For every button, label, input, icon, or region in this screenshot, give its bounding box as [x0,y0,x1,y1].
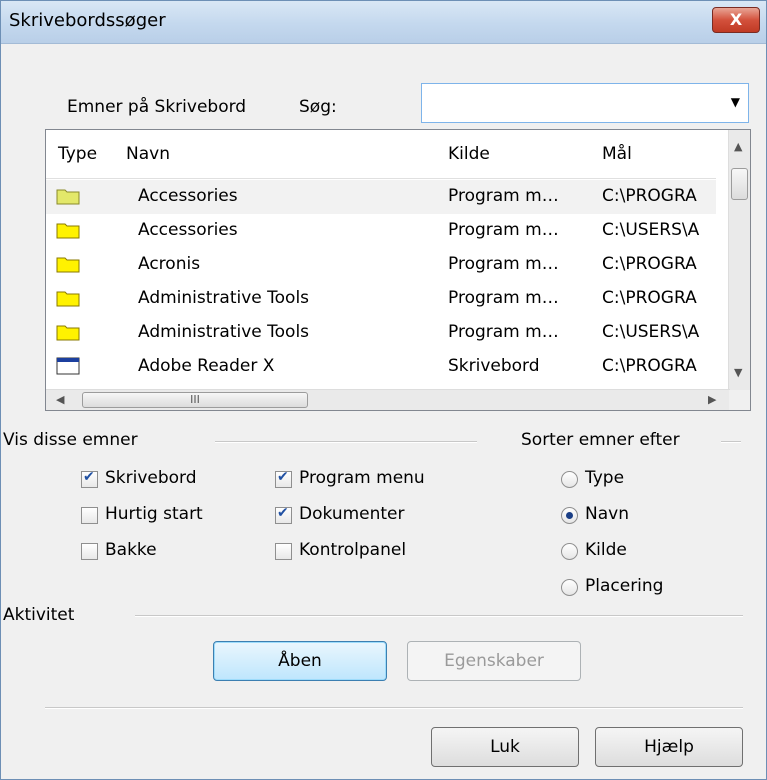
window-title: Skrivebordssøger [9,10,166,31]
folder-icon [56,257,80,273]
item-source: Program m… [448,254,559,274]
folder-icon [56,223,80,239]
item-name: Adobe Reader X [138,356,275,376]
footer-divider [45,707,743,709]
column-header-type[interactable]: Type [58,144,97,164]
scrollbar-corner [729,390,750,410]
vertical-scrollbar[interactable]: ▲ ▼ [728,130,750,392]
checkbox-label[interactable]: Skrivebord [105,468,197,488]
checkbox-label[interactable]: Program menu [299,468,425,488]
search-combobox[interactable]: ▼ [421,83,749,123]
group-divider [135,615,743,617]
folder-icon [56,325,80,341]
horizontal-scrollbar[interactable]: ◀ III ▶ [46,389,730,410]
checkbox-bakke[interactable] [81,543,98,560]
search-label: Søg: [299,97,337,117]
item-name: Accessories [138,186,238,206]
scroll-right-icon[interactable]: ▶ [708,393,716,406]
radio-label[interactable]: Type [585,468,624,488]
scroll-up-icon[interactable]: ▲ [734,140,742,153]
item-target: C:\PROGRA [602,254,697,274]
list-item[interactable]: Acronis Program m… C:\PROGRA [46,248,716,282]
column-header-target[interactable]: Mål [602,144,632,164]
folder-icon [56,189,80,205]
checkbox-label[interactable]: Dokumenter [299,504,405,524]
list-item[interactable]: Accessories Program m… C:\PROGRA [46,180,716,214]
item-target: C:\USERS\A [602,322,700,342]
item-target: C:\USERS\A [602,220,700,240]
close-button[interactable]: Luk [431,727,579,767]
title-bar[interactable]: Skrivebordssøger X [1,1,766,44]
radio-sort-type[interactable] [561,471,578,488]
show-items-group-label: Vis disse emner [3,430,138,450]
list-item[interactable]: Administrative Tools Program m… C:\PROGR… [46,282,716,316]
horizontal-scroll-thumb[interactable]: III [82,392,308,408]
group-divider [215,441,477,443]
group-divider [721,441,741,443]
item-source: Skrivebord [448,356,540,376]
item-target: C:\PROGRA [602,186,697,206]
dropdown-arrow-icon[interactable]: ▼ [731,95,740,109]
checkbox-label[interactable]: Bakke [105,540,157,560]
sort-group-label: Sorter emner efter [521,430,680,450]
open-button[interactable]: Åben [213,641,387,681]
radio-sort-kilde[interactable] [561,543,578,560]
checkbox-dokumenter[interactable] [275,505,292,524]
radio-label[interactable]: Kilde [585,540,627,560]
checkbox-label[interactable]: Hurtig start [105,504,203,524]
checkbox-label[interactable]: Kontrolpanel [299,540,406,560]
item-name: Accessories [138,220,238,240]
vertical-scroll-thumb[interactable] [731,168,748,200]
checkbox-hurtig-start[interactable] [81,507,98,524]
item-source: Program m… [448,186,559,206]
checkbox-program-menu[interactable] [275,469,292,488]
radio-label[interactable]: Navn [585,504,629,524]
checkbox-skrivebord[interactable] [81,469,98,488]
items-list[interactable]: Type Navn Kilde Mål Accessories Program … [45,129,751,411]
item-source: Program m… [448,220,559,240]
item-source: Program m… [448,322,559,342]
item-name: Acronis [138,254,201,274]
activity-group-label: Aktivitet [3,605,75,625]
column-header-source[interactable]: Kilde [448,144,490,164]
list-item[interactable]: Adobe Reader X Skrivebord C:\PROGRA [46,350,716,384]
close-window-button[interactable]: X [712,7,760,33]
scroll-down-icon[interactable]: ▼ [734,366,742,379]
help-button[interactable]: Hjælp [595,727,743,767]
list-item[interactable]: Administrative Tools Program m… C:\USERS… [46,316,716,350]
application-icon [56,357,80,375]
column-header-name[interactable]: Navn [126,144,170,164]
desktop-search-dialog: Skrivebordssøger X Emner på Skrivebord S… [0,0,767,780]
folder-icon [56,291,80,307]
radio-label[interactable]: Placering [585,576,663,596]
item-target: C:\PROGRA [602,288,697,308]
scroll-left-icon[interactable]: ◀ [56,393,64,406]
radio-sort-placering[interactable] [561,579,578,596]
checkbox-kontrolpanel[interactable] [275,543,292,560]
item-name: Administrative Tools [138,322,310,342]
list-header: Type Navn Kilde Mål [46,130,716,179]
list-item[interactable]: Accessories Program m… C:\USERS\A [46,214,716,248]
radio-sort-navn[interactable] [561,507,578,524]
properties-button[interactable]: Egenskaber [407,641,581,681]
item-source: Program m… [448,288,559,308]
item-name: Administrative Tools [138,288,310,308]
item-target: C:\PROGRA [602,356,697,376]
items-on-desktop-label: Emner på Skrivebord [67,97,247,117]
